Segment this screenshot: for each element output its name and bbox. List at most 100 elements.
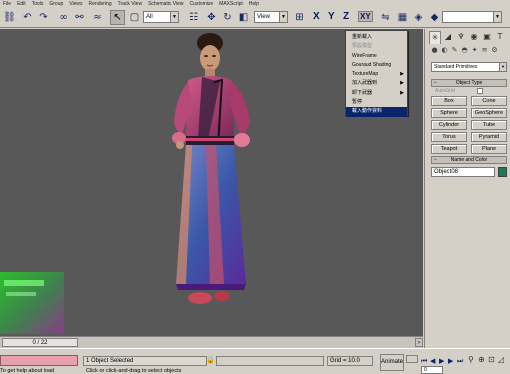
name-and-color-rollout[interactable]: − Name and Color — [431, 156, 507, 164]
select-by-name-icon[interactable]: ☷ — [186, 10, 201, 25]
hierarchy-tab-icon[interactable]: ♆ — [455, 31, 467, 44]
menu-item-detach-weapon[interactable]: 卸下武器 ▶ — [346, 89, 407, 98]
collapse-icon: − — [434, 157, 437, 163]
previous-frame-icon[interactable]: ◀ — [430, 357, 435, 365]
lock-icon[interactable]: 🔒 — [206, 356, 215, 364]
pivot-center-icon[interactable]: ⊞ — [292, 10, 307, 25]
collapse-icon: − — [434, 80, 437, 86]
select-region-icon[interactable]: ▢ — [127, 10, 142, 25]
go-to-end-icon[interactable]: ⏭ — [457, 357, 463, 366]
lights-icon[interactable]: ✎ — [450, 46, 459, 55]
geometry-icon[interactable]: ● — [430, 46, 439, 55]
select-object-icon[interactable]: ↖ — [110, 10, 125, 25]
space-warps-icon[interactable]: ≋ — [480, 46, 489, 55]
menu-item-wireframe[interactable]: WireFrame — [346, 52, 407, 61]
menu-help[interactable]: Help — [249, 0, 259, 8]
create-tab-icon[interactable]: ✳ — [429, 31, 441, 44]
tube-button[interactable]: Tube — [471, 120, 507, 130]
time-slider[interactable]: 0 / 22 > — [0, 336, 423, 348]
cameras-icon[interactable]: ◓ — [460, 46, 469, 55]
cylinder-button[interactable]: Cylinder — [431, 120, 467, 130]
zoom-icon[interactable]: ⚲ — [468, 355, 474, 364]
mirror-icon[interactable]: ⇋ — [378, 10, 393, 25]
box-button[interactable]: Box — [431, 96, 467, 106]
reference-coordinate-dropdown[interactable]: View ▼ — [254, 11, 288, 23]
systems-icon[interactable]: ⚙ — [490, 46, 499, 55]
redo-icon[interactable]: ↷ — [36, 10, 51, 25]
menu-maxscript[interactable]: MAXScript — [219, 0, 243, 8]
undo-icon[interactable]: ↶ — [20, 10, 35, 25]
menu-item-pause[interactable]: 暫停 — [346, 98, 407, 107]
cone-button[interactable]: Cone — [471, 96, 507, 106]
menu-item-load-motion-data[interactable]: 載入動作資料 — [346, 107, 407, 117]
menu-file[interactable]: File — [3, 0, 11, 8]
link-icon[interactable]: ∞ — [56, 10, 71, 25]
axis-xy-button[interactable]: XY — [358, 11, 373, 22]
autogrid-checkbox[interactable] — [477, 88, 483, 94]
menu-bar: File Edit Tools Group Views Rendering Tr… — [0, 0, 510, 8]
select-and-link-icon[interactable]: ⛓ — [2, 10, 17, 25]
named-selection-dropdown[interactable]: ▼ — [442, 11, 502, 23]
axis-y-button[interactable]: Y — [328, 11, 335, 22]
array-icon[interactable]: ▦ — [395, 10, 410, 25]
scale-icon[interactable]: ◧ — [236, 10, 251, 25]
teapot-button[interactable]: Teapot — [431, 144, 467, 154]
maxscript-listener-field[interactable] — [0, 355, 78, 366]
field-of-view-icon[interactable]: ◿ — [498, 355, 504, 364]
prompt-line: To get help about load — [0, 368, 55, 374]
menu-group[interactable]: Group — [49, 0, 63, 8]
chevron-down-icon: ▼ — [170, 12, 178, 22]
max-window: File Edit Tools Group Views Rendering Tr… — [0, 0, 510, 374]
menu-views[interactable]: Views — [69, 0, 82, 8]
menu-item-texturemap[interactable]: TextureMap ▶ — [346, 70, 407, 79]
sphere-button[interactable]: Sphere — [431, 108, 467, 118]
coordinate-display — [216, 356, 324, 366]
display-tab-icon[interactable]: ▣ — [481, 31, 493, 44]
utilities-tab-icon[interactable]: T — [494, 31, 506, 44]
geosphere-button[interactable]: GeoSphere — [471, 108, 507, 118]
current-frame-field[interactable]: 0 — [421, 366, 443, 374]
plane-button[interactable]: Plane — [471, 144, 507, 154]
character-model[interactable] — [162, 32, 258, 307]
object-color-swatch[interactable] — [498, 167, 507, 177]
selection-filter-dropdown[interactable]: All ▼ — [143, 11, 179, 23]
axis-x-button[interactable]: X — [313, 11, 320, 22]
slider-next-icon[interactable]: > — [415, 338, 423, 347]
motion-tab-icon[interactable]: ◉ — [468, 31, 480, 44]
object-name-field[interactable]: Object08 — [431, 167, 495, 177]
viewport-gizmo — [0, 272, 64, 334]
menu-track-view[interactable]: Track View — [118, 0, 142, 8]
menu-rendering[interactable]: Rendering — [89, 0, 112, 8]
chevron-down-icon: ▼ — [493, 12, 501, 22]
menu-customize[interactable]: Customize — [190, 0, 214, 8]
modify-tab-icon[interactable]: ◢ — [442, 31, 454, 44]
object-type-rollout[interactable]: − Object Type — [431, 79, 507, 87]
next-frame-icon[interactable]: ▶ — [448, 357, 453, 365]
zoom-all-icon[interactable]: ⊕ — [478, 355, 485, 364]
axis-z-button[interactable]: Z — [343, 11, 349, 22]
torus-button[interactable]: Torus — [431, 132, 467, 142]
animate-button[interactable]: Animate — [380, 354, 404, 371]
menu-item-reload[interactable]: 重新載入 — [346, 33, 407, 42]
menu-edit[interactable]: Edit — [17, 0, 26, 8]
shapes-icon[interactable]: ◐ — [440, 46, 449, 55]
bind-space-warp-icon[interactable]: ≈ — [90, 10, 105, 25]
menu-item-attach-weapon[interactable]: 加入武器到 ▶ — [346, 79, 407, 88]
key-mode-icon[interactable] — [406, 355, 418, 363]
menu-schematic-view[interactable]: Schematic View — [148, 0, 183, 8]
pyramid-button[interactable]: Pyramid — [471, 132, 507, 142]
menu-tools[interactable]: Tools — [32, 0, 44, 8]
go-to-start-icon[interactable]: ⏮ — [421, 357, 427, 366]
move-icon[interactable]: ✥ — [204, 10, 219, 25]
unlink-icon[interactable]: ⚯ — [72, 10, 87, 25]
submenu-arrow-icon: ▶ — [400, 80, 404, 87]
menu-item-gouraud-shading[interactable]: Gouraud Shading — [346, 61, 407, 70]
align-icon[interactable]: ◈ — [411, 10, 426, 25]
rotate-icon[interactable]: ↻ — [220, 10, 235, 25]
helpers-icon[interactable]: ✦ — [470, 46, 479, 55]
primitive-category-dropdown[interactable]: Standard Primitives ▼ — [431, 62, 507, 72]
play-icon[interactable]: ▶ — [439, 357, 444, 365]
zoom-extents-icon[interactable]: ⊡ — [488, 355, 495, 364]
time-slider-thumb[interactable]: 0 / 22 — [2, 338, 78, 347]
named-selection-icon[interactable]: ◆ — [427, 10, 442, 25]
